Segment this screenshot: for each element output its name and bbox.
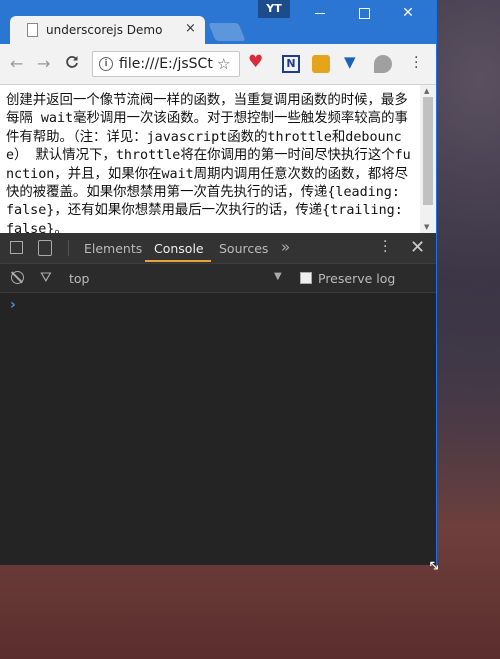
page-text: 创建并返回一个像节流阀一样的函数，当重复调用函数的时候，最多每隔 wait毫秒调…	[6, 93, 411, 233]
address-bar[interactable]: i file:///E:/jsSCt ☆	[92, 51, 240, 77]
title-bar: underscorejs Demo × YT ✕	[0, 0, 436, 44]
close-icon: ✕	[402, 5, 414, 21]
bookmark-star-icon[interactable]: ☆	[217, 55, 230, 73]
console-prompt[interactable]: ›	[10, 297, 16, 313]
heart-extension-icon[interactable]: ♥	[248, 52, 266, 72]
context-dropdown-icon[interactable]: ▼	[274, 271, 282, 282]
tab-console[interactable]: Console	[154, 241, 204, 256]
reload-icon	[66, 56, 78, 68]
devtools-close-icon[interactable]: ✕	[410, 237, 425, 258]
devtools-tab-bar: Elements Console Sources » · · · ✕	[0, 233, 436, 264]
browser-toolbar: ← → i file:///E:/jsSCt ☆ ♥ N ▼ · · ·	[0, 44, 436, 85]
device-toolbar-icon[interactable]	[38, 240, 52, 256]
maximize-button[interactable]	[342, 4, 386, 22]
maximize-icon	[358, 7, 370, 19]
browser-window: underscorejs Demo × YT ✕ ← → i file:///E…	[0, 0, 437, 565]
devtools-panel: Elements Console Sources » · · · ✕ ⛛ top ▼…	[0, 233, 436, 565]
leaf-extension-icon[interactable]	[374, 55, 392, 73]
more-tabs-icon[interactable]: »	[281, 238, 290, 256]
reload-button[interactable]	[65, 54, 79, 73]
forward-button[interactable]: →	[37, 54, 50, 73]
devtools-menu-icon[interactable]: · · ·	[383, 235, 387, 259]
tab-title: underscorejs Demo	[46, 23, 163, 37]
page-content: 创建并返回一个像节流阀一样的函数，当重复调用函数的时候，最多每隔 wait毫秒调…	[0, 85, 420, 233]
page-icon	[27, 23, 38, 37]
profile-badge[interactable]: YT	[258, 0, 290, 18]
active-tab-indicator	[145, 260, 211, 262]
scroll-down-icon[interactable]: ▼	[424, 223, 429, 231]
minimize-icon	[315, 12, 325, 14]
divider	[68, 240, 69, 256]
new-tab-button[interactable]	[208, 23, 246, 41]
scroll-thumb[interactable]	[423, 97, 433, 205]
tab-sources[interactable]: Sources	[219, 241, 268, 256]
context-selector[interactable]: top	[69, 271, 89, 286]
scroll-up-icon[interactable]: ▲	[424, 87, 429, 95]
filter-icon[interactable]: ⛛	[40, 270, 52, 286]
console-toolbar: ⛛ top ▼ Preserve log	[0, 264, 436, 293]
extension-icon[interactable]	[312, 55, 330, 73]
minimize-button[interactable]	[298, 4, 342, 22]
tab-close-icon[interactable]: ×	[185, 21, 196, 36]
n-extension-icon[interactable]: N	[282, 55, 300, 73]
preserve-log-label[interactable]: Preserve log	[318, 271, 395, 286]
preserve-log-checkbox[interactable]	[300, 272, 312, 284]
url-text[interactable]: file:///E:/jsSCt	[119, 56, 214, 72]
tab-elements[interactable]: Elements	[84, 241, 142, 256]
info-icon[interactable]: i	[99, 57, 113, 71]
browser-tab[interactable]: underscorejs Demo ×	[10, 16, 205, 44]
browser-menu-icon[interactable]: · · ·	[414, 51, 418, 75]
window-close-button[interactable]: ✕	[386, 4, 430, 22]
page-scrollbar[interactable]: ▲ ▼	[420, 85, 436, 233]
back-button[interactable]: ←	[10, 54, 23, 73]
shield-extension-icon[interactable]: ▼	[344, 53, 362, 71]
clear-console-icon[interactable]	[11, 271, 24, 284]
inspect-element-icon[interactable]	[10, 241, 23, 254]
